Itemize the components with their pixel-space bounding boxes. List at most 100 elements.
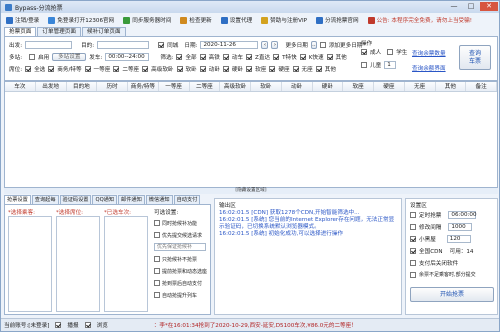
add-dates-checkbox[interactable] xyxy=(319,42,326,48)
query-remaining-link[interactable]: 查询余票数量 xyxy=(412,49,446,57)
option-label: 提前抢票和动态选座 xyxy=(162,268,208,275)
all-cdn-checkbox[interactable] xyxy=(410,248,416,254)
grid-column-header[interactable]: 硬座 xyxy=(374,82,405,91)
student-checkbox[interactable] xyxy=(387,49,394,55)
train-type-checkbox[interactable] xyxy=(222,54,229,60)
maximize-button[interactable]: □ xyxy=(463,2,479,11)
ticket-grid[interactable]: 车次 出发地 目的地 历时 商务/特等 一等座 二等座 高级软卧 软卧 动卧 硬卧 软座 硬座 无座 其他备… xyxy=(4,81,498,188)
seat-type-checkbox[interactable] xyxy=(48,66,55,72)
seat-type-checkbox[interactable] xyxy=(292,66,299,72)
to-station-input[interactable] xyxy=(97,41,150,49)
partial-submit-checkbox[interactable] xyxy=(410,271,416,278)
bottom-tab-1[interactable]: 查询起每 xyxy=(31,195,59,204)
train-type-checkbox[interactable] xyxy=(273,54,280,60)
toolbar-item[interactable]: 分流抢票官网 xyxy=(316,16,359,24)
grid-column-header[interactable]: 商务/特等 xyxy=(128,82,159,91)
trains-col-label: *已选车次: xyxy=(104,210,132,216)
seat-type-checkbox[interactable] xyxy=(246,66,253,72)
filter-all-checkbox[interactable] xyxy=(176,54,183,60)
bottom-tab-4[interactable]: 邮件通知 xyxy=(118,195,145,204)
same-city-checkbox[interactable] xyxy=(158,42,165,48)
edit-interval-checkbox[interactable] xyxy=(410,224,416,230)
hide-settings-bar[interactable]: [隐藏设置区域] xyxy=(4,188,498,194)
edit-interval-input[interactable]: 1000 xyxy=(448,223,473,231)
bottom-tab-6[interactable]: 自动支付 xyxy=(173,195,201,204)
close-after-pay-checkbox[interactable] xyxy=(410,260,416,266)
option-checkbox[interactable] xyxy=(154,280,160,286)
option-checkbox[interactable] xyxy=(154,256,160,262)
seat-list[interactable] xyxy=(56,216,100,312)
adult-checkbox[interactable] xyxy=(361,49,367,55)
seat-type-checkbox[interactable] xyxy=(315,66,322,72)
bottom-tab-5[interactable]: 微信通知 xyxy=(145,195,173,204)
toolbar-item[interactable]: 设置代理 xyxy=(220,16,252,24)
bottom-tab-0[interactable]: 抢票设置 xyxy=(4,195,31,204)
option-checkbox[interactable] xyxy=(154,292,160,298)
grid-column-header[interactable]: 历时 xyxy=(97,82,128,91)
grid-column-header[interactable]: 车次 xyxy=(5,82,36,91)
start-grab-button[interactable]: 开始抢票 xyxy=(410,287,494,302)
timed-grab-checkbox[interactable] xyxy=(410,212,416,218)
prev-date-button[interactable]: ‹ xyxy=(261,41,269,49)
toolbar-item[interactable]: 同步服务器时间 xyxy=(123,16,171,24)
toolbar-item[interactable]: 注销/登录 xyxy=(6,16,39,24)
enable-multistation-checkbox[interactable] xyxy=(29,54,36,60)
option-select[interactable]: 优先保证抢候补 xyxy=(154,243,206,251)
tab-2[interactable]: 候补订单页面 xyxy=(81,27,126,36)
seat-type-checkbox[interactable] xyxy=(199,66,206,72)
option-checkbox[interactable] xyxy=(154,220,160,226)
grid-column-header[interactable]: 目的地 xyxy=(67,82,98,91)
toolbar-item[interactable]: 赞助与注册VIP xyxy=(261,16,307,24)
grid-column-header[interactable]: 备注 xyxy=(466,82,497,91)
seat-type-checkbox[interactable] xyxy=(222,66,229,72)
small-black-input[interactable]: 120 xyxy=(446,235,471,243)
grid-column-header[interactable]: 软卧 xyxy=(251,82,282,91)
train-type-checkbox[interactable] xyxy=(299,54,306,60)
from-station-input[interactable] xyxy=(25,41,73,49)
option-checkbox[interactable] xyxy=(154,268,160,274)
grid-column-header[interactable]: 其他 xyxy=(436,82,467,91)
small-black-checkbox[interactable] xyxy=(410,236,416,242)
seat-type-checkbox[interactable] xyxy=(176,66,183,72)
bottom-tab-3[interactable]: QQ通知 xyxy=(92,195,118,204)
grid-column-header[interactable]: 硬卧 xyxy=(313,82,344,91)
train-type-checkbox[interactable] xyxy=(199,54,206,60)
minimize-button[interactable]: — xyxy=(446,2,462,11)
close-button[interactable]: ✕ xyxy=(480,2,498,11)
date-input[interactable]: 2020-11-26 xyxy=(200,41,259,49)
bottom-tab-2[interactable]: 验证码设置 xyxy=(59,195,92,204)
child-checkbox[interactable] xyxy=(361,62,367,68)
toolbar-item[interactable]: 检查更新 xyxy=(180,16,212,24)
train-list[interactable] xyxy=(104,216,148,312)
option-checkbox[interactable] xyxy=(154,232,160,238)
grid-column-header[interactable]: 无座 xyxy=(405,82,436,91)
query-balance-link[interactable]: 查询余额界面 xyxy=(412,64,446,72)
grid-column-header[interactable]: 软座 xyxy=(343,82,374,91)
passenger-count-input[interactable]: 1 xyxy=(384,61,397,69)
tab-1[interactable]: 订单管理页面 xyxy=(37,27,81,36)
timed-grab-input[interactable]: 06:00:00 xyxy=(448,211,477,219)
browser-checkbox[interactable] xyxy=(84,322,91,328)
train-type-checkbox[interactable] xyxy=(326,54,333,60)
adult-label: 成人 xyxy=(370,50,382,56)
tab-0[interactable]: 抢票页面 xyxy=(4,27,37,36)
depart-time-select[interactable]: 00:00--24:00 xyxy=(105,53,150,61)
grid-column-header[interactable]: 动卧 xyxy=(282,82,313,91)
seat-all-checkbox[interactable] xyxy=(25,66,32,72)
seat-type-checkbox[interactable] xyxy=(113,66,120,72)
query-tickets-button[interactable]: 查询 车票 xyxy=(459,45,491,70)
seat-type-checkbox[interactable] xyxy=(269,66,276,72)
grid-column-header[interactable]: 高级软卧 xyxy=(220,82,251,91)
grid-column-header[interactable]: 二等座 xyxy=(190,82,221,91)
seat-type-checkbox[interactable] xyxy=(142,66,149,72)
next-date-button[interactable]: › xyxy=(271,41,279,49)
grid-column-header[interactable]: 一等座 xyxy=(159,82,190,91)
seat-type-checkbox[interactable] xyxy=(84,66,91,72)
toolbar-item[interactable]: 免登录打开12306官网 xyxy=(48,16,114,24)
more-dates-button[interactable]: ‥ xyxy=(310,41,317,49)
sound-checkbox[interactable] xyxy=(55,322,62,328)
train-type-checkbox[interactable] xyxy=(246,54,253,60)
grid-column-header[interactable]: 出发地 xyxy=(36,82,67,91)
multistation-settings-button[interactable]: 多站设置 xyxy=(52,53,87,61)
passenger-list[interactable] xyxy=(8,216,52,312)
